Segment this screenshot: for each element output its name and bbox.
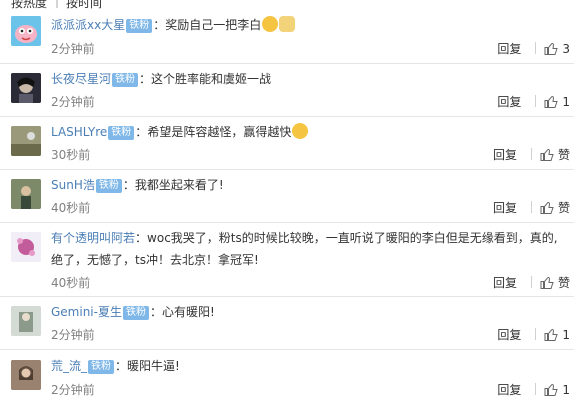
sort-tabs: 按热度 | 按时间 xyxy=(0,0,574,10)
like-button[interactable]: 3 xyxy=(544,42,570,56)
comment-text: 希望是阵容越怪，赢得越快 xyxy=(147,125,292,139)
reply-button[interactable]: 回复 xyxy=(493,199,517,216)
thumbs-up-icon xyxy=(540,148,554,161)
comment-time: 2分钟前 xyxy=(51,383,95,397)
comment-text: 我都坐起来看了! xyxy=(134,178,224,192)
comment-item: 荒_流_ 铁粉 ：暖阳牛逼! 2分钟前 回复 1 xyxy=(0,350,574,411)
comment-text: 心有暖阳! xyxy=(162,305,215,319)
action-divider xyxy=(530,201,532,213)
comment-time: 2分钟前 xyxy=(51,328,95,342)
action-divider xyxy=(535,383,537,395)
avatar[interactable] xyxy=(11,126,41,156)
avatar[interactable] xyxy=(11,306,41,336)
username-link[interactable]: 派派派xx大星 xyxy=(51,18,125,32)
comment-time: 30秒前 xyxy=(51,148,91,162)
avatar[interactable] xyxy=(11,73,41,103)
reply-button[interactable]: 回复 xyxy=(493,274,517,291)
reply-button[interactable]: 回复 xyxy=(497,326,521,343)
comment-time: 2分钟前 xyxy=(51,42,95,56)
thumbs-up-icon xyxy=(540,276,554,289)
username-link[interactable]: 长夜尽星河 xyxy=(51,72,111,86)
username-link[interactable]: SunH浩 xyxy=(51,178,95,192)
comment-text: woc我哭了，粉ts的时候比较晚，一直听说了暖阳的李白但是无缘看到，真的, xyxy=(147,231,558,245)
like-button[interactable]: 1 xyxy=(544,383,570,397)
like-count: 赞 xyxy=(557,148,570,162)
like-count: 1 xyxy=(562,383,570,397)
thumbs-up-icon xyxy=(544,383,559,396)
like-button[interactable]: 赞 xyxy=(540,148,570,162)
comment-text: 暖阳牛逼! xyxy=(127,359,180,373)
thumbs-up-icon xyxy=(544,328,559,341)
laugh-cry-emoji-icon xyxy=(292,123,309,139)
thumbs-up-icon xyxy=(544,95,559,108)
comment-item: LASHLYre 铁粉 ：希望是阵容越怪，赢得越快 30秒前 回复赞 xyxy=(0,117,574,170)
comment-time: 40秒前 xyxy=(51,201,91,215)
fan-badge: 铁粉 xyxy=(95,179,122,193)
username-link[interactable]: Gemini-夏生 xyxy=(51,305,122,319)
fan-badge: 铁粉 xyxy=(122,306,149,320)
like-count: 1 xyxy=(562,95,570,109)
like-count: 赞 xyxy=(557,201,570,215)
fan-badge: 铁粉 xyxy=(88,360,115,374)
like-count: 3 xyxy=(562,42,570,56)
thumbs-up-icon xyxy=(544,42,559,55)
avatar[interactable] xyxy=(11,360,41,390)
comment-time: 2分钟前 xyxy=(51,95,95,109)
action-divider xyxy=(530,276,532,288)
comment-item: 派派派xx大星 铁粉 ：奖励自己一把李白 2分钟前 回复 3 xyxy=(0,8,574,64)
comment-item: 有个透明叫阿若：woc我哭了，粉ts的时候比较晚，一直听说了暖阳的李白但是无缘看… xyxy=(0,223,574,297)
reply-button[interactable]: 回复 xyxy=(497,93,521,110)
tab-separator: | xyxy=(55,0,60,8)
fan-badge: 铁粉 xyxy=(126,19,153,33)
fan-badge: 铁粉 xyxy=(108,126,135,140)
comment-item: SunH浩 铁粉 ：我都坐起来看了! 40秒前 回复赞 xyxy=(0,170,574,223)
username-link[interactable]: LASHLYre xyxy=(51,125,107,139)
like-button[interactable]: 1 xyxy=(544,328,570,342)
smile-emoji-icon xyxy=(262,16,279,32)
like-button[interactable]: 赞 xyxy=(540,276,570,290)
reply-button[interactable]: 回复 xyxy=(497,381,521,398)
reply-button[interactable]: 回复 xyxy=(493,146,517,163)
avatar[interactable] xyxy=(11,179,41,209)
like-count: 1 xyxy=(562,328,570,342)
action-divider xyxy=(535,328,537,340)
action-divider xyxy=(535,42,537,54)
like-button[interactable]: 1 xyxy=(544,95,570,109)
comment-item: 长夜尽星河 铁粉 ：这个胜率能和虞姬一战 2分钟前 回复 1 xyxy=(0,64,574,117)
comment-text: 奖励自己一把李白 xyxy=(165,18,262,32)
fan-badge: 铁粉 xyxy=(112,73,139,87)
avatar[interactable] xyxy=(11,16,41,46)
comment-text-continued: 绝了，无憾了，ts冲！去北京！拿冠军! xyxy=(51,253,259,267)
cat-emoji-icon xyxy=(279,16,296,32)
action-divider xyxy=(530,148,532,160)
like-count: 赞 xyxy=(557,276,570,290)
comment-text: 这个胜率能和虞姬一战 xyxy=(151,72,272,86)
comment-time: 40秒前 xyxy=(51,276,91,290)
like-button[interactable]: 赞 xyxy=(540,201,570,215)
action-divider xyxy=(535,95,537,107)
thumbs-up-icon xyxy=(540,201,554,214)
avatar[interactable] xyxy=(11,232,41,262)
username-link[interactable]: 荒_流_ xyxy=(51,359,87,373)
reply-button[interactable]: 回复 xyxy=(497,40,521,57)
comment-item: Gemini-夏生 铁粉 ：心有暖阳! 2分钟前 回复 1 xyxy=(0,297,574,350)
username-link[interactable]: 有个透明叫阿若 xyxy=(51,231,135,245)
